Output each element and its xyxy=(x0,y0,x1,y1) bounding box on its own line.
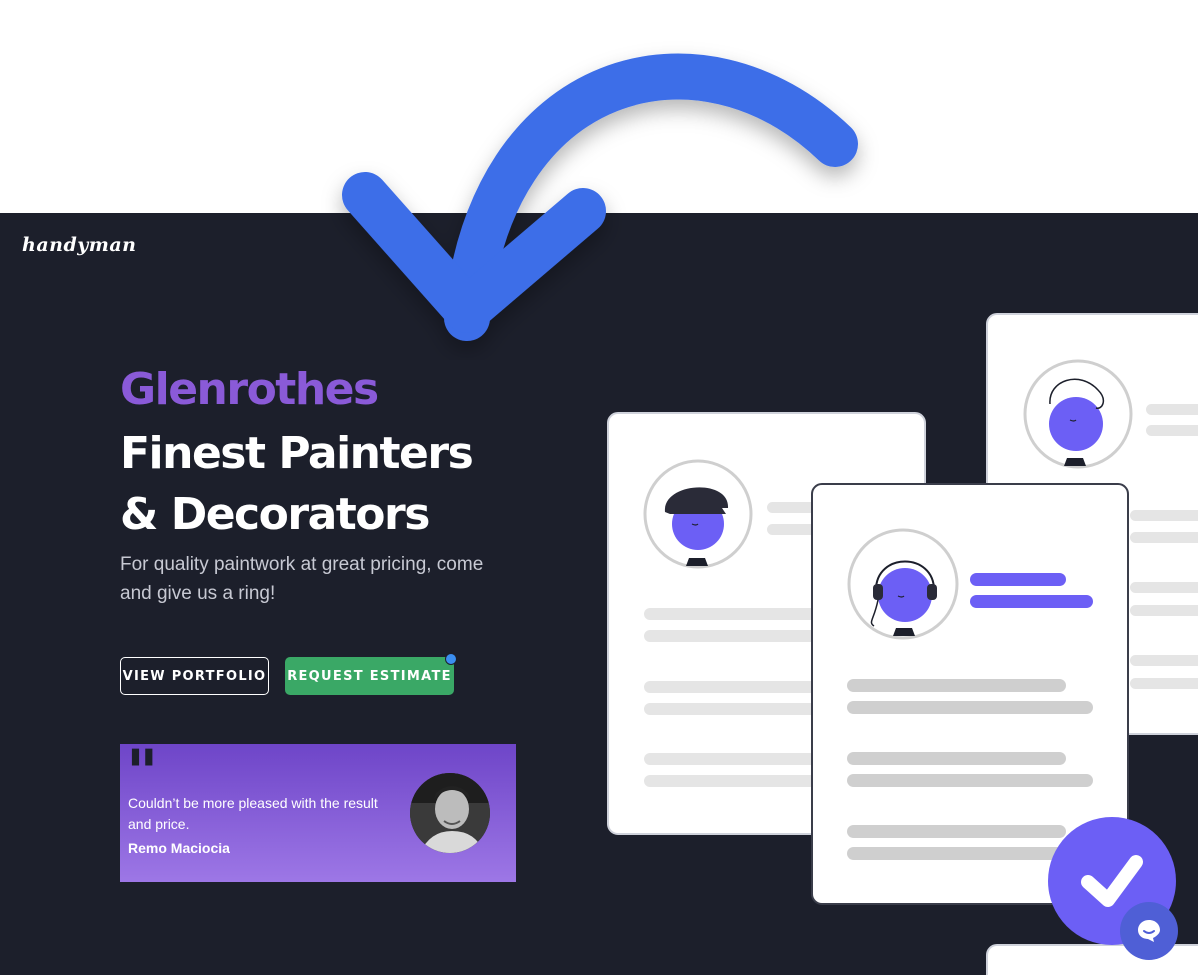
view-portfolio-button[interactable]: VIEW PORTFOLIO xyxy=(120,657,269,695)
person-photo-icon xyxy=(410,773,490,853)
hero-subtitle: For quality paintwork at great pricing, … xyxy=(120,554,484,604)
testimonial-quote: Couldn’t be more pleased with the result… xyxy=(128,795,378,832)
headline-main: Finest Painters & Decorators xyxy=(120,423,580,545)
headline-accent: Glenrothes xyxy=(120,364,379,415)
view-portfolio-label: VIEW PORTFOLIO xyxy=(122,668,267,684)
headline-line-2: & Decorators xyxy=(120,489,430,540)
chat-widget-button[interactable] xyxy=(1120,902,1178,960)
notification-dot xyxy=(445,653,457,665)
request-estimate-button[interactable]: REQUEST ESTIMATE xyxy=(285,653,457,695)
testimonial-avatar xyxy=(410,773,490,853)
testimonial-author: Remo Maciocia xyxy=(128,840,230,856)
chat-icon xyxy=(1138,920,1160,942)
request-estimate-label: REQUEST ESTIMATE xyxy=(287,668,452,684)
headline-line-1: Finest Painters xyxy=(120,428,474,479)
profile-cards-illustration xyxy=(607,313,1198,975)
brand-logo[interactable]: handyman xyxy=(22,234,137,256)
